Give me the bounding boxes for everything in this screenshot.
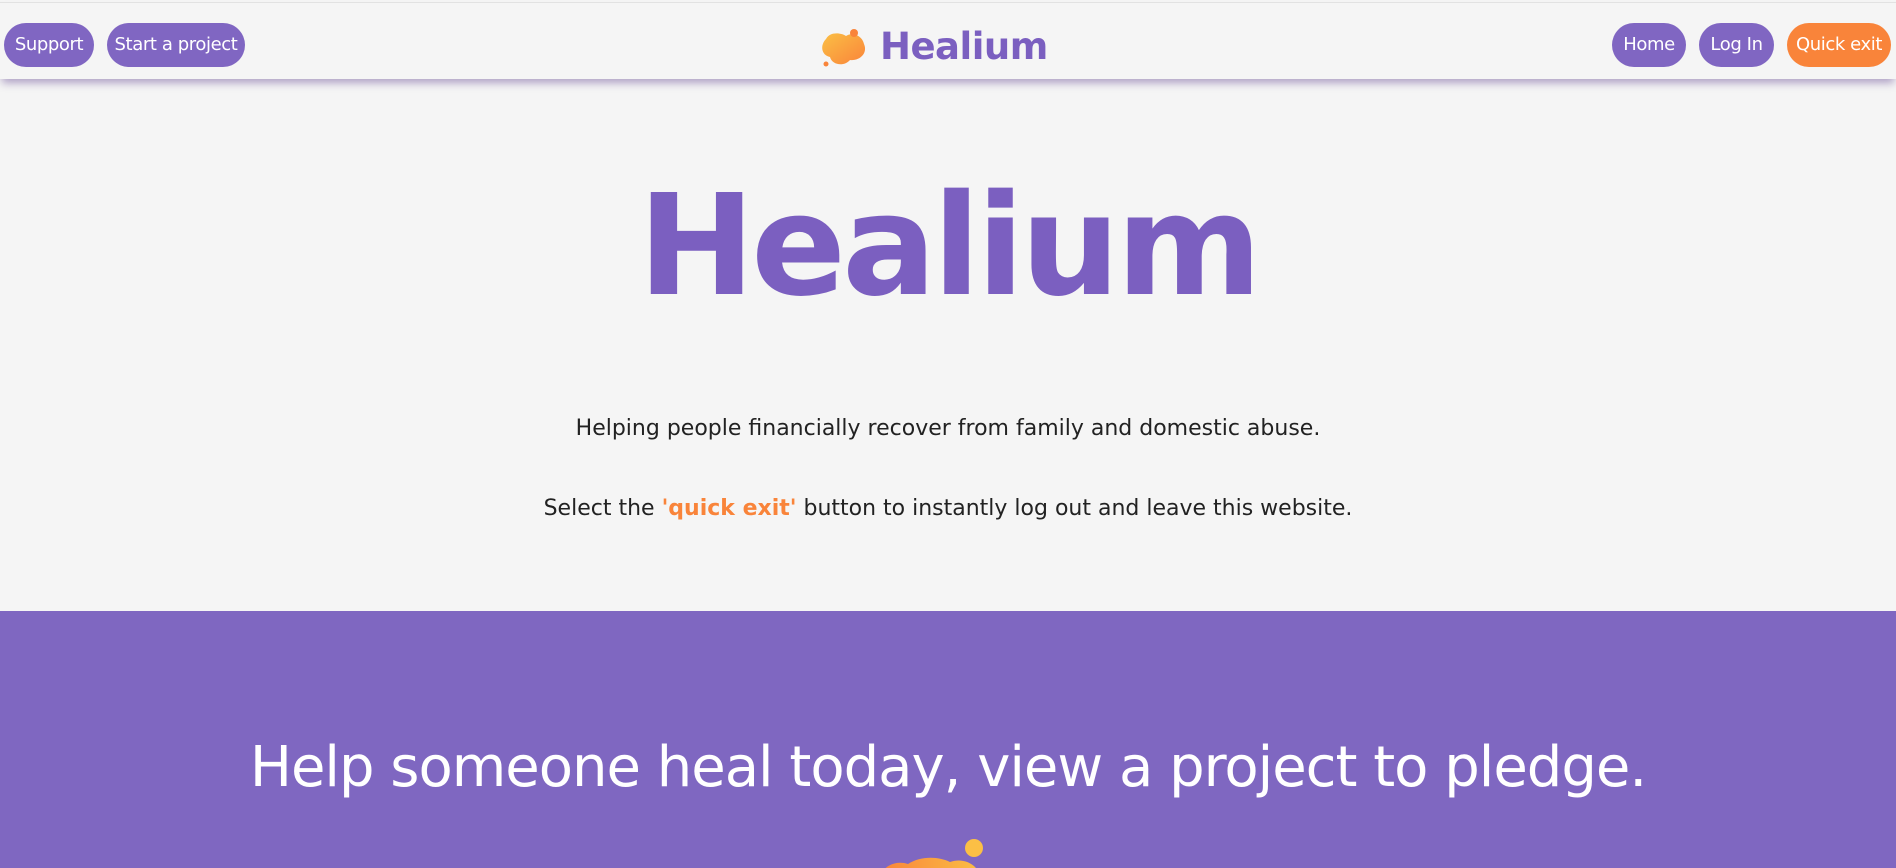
quick-exit-button[interactable]: Quick exit	[1787, 23, 1891, 67]
pledge-band: Help someone heal today, view a project …	[0, 611, 1896, 868]
quick-exit-note: Select the 'quick exit' button to instan…	[0, 494, 1896, 524]
hero-title: Healium	[637, 165, 1262, 328]
top-navbar: Support Start a project Healium Home Log…	[0, 2, 1896, 79]
brand-home-link[interactable]: Healium	[818, 25, 1048, 69]
login-button[interactable]: Log In	[1699, 23, 1774, 67]
hero-section: Healium Helping people financially recov…	[0, 80, 1896, 611]
hero-tagline: Helping people financially recover from …	[575, 416, 1321, 441]
brand-name: Healium	[880, 25, 1048, 68]
blob-logo-icon	[885, 839, 983, 868]
support-button[interactable]: Support	[4, 23, 94, 67]
exit-note-suffix: button to instantly log out and leave th…	[796, 496, 1353, 521]
pledge-heading: Help someone heal today, view a project …	[249, 735, 1647, 800]
home-button[interactable]: Home	[1612, 23, 1686, 67]
blob-logo-icon	[822, 29, 866, 67]
exit-note-prefix: Select the	[543, 496, 662, 521]
exit-note-highlight: 'quick exit'	[661, 496, 797, 521]
start-project-button[interactable]: Start a project	[107, 23, 245, 67]
